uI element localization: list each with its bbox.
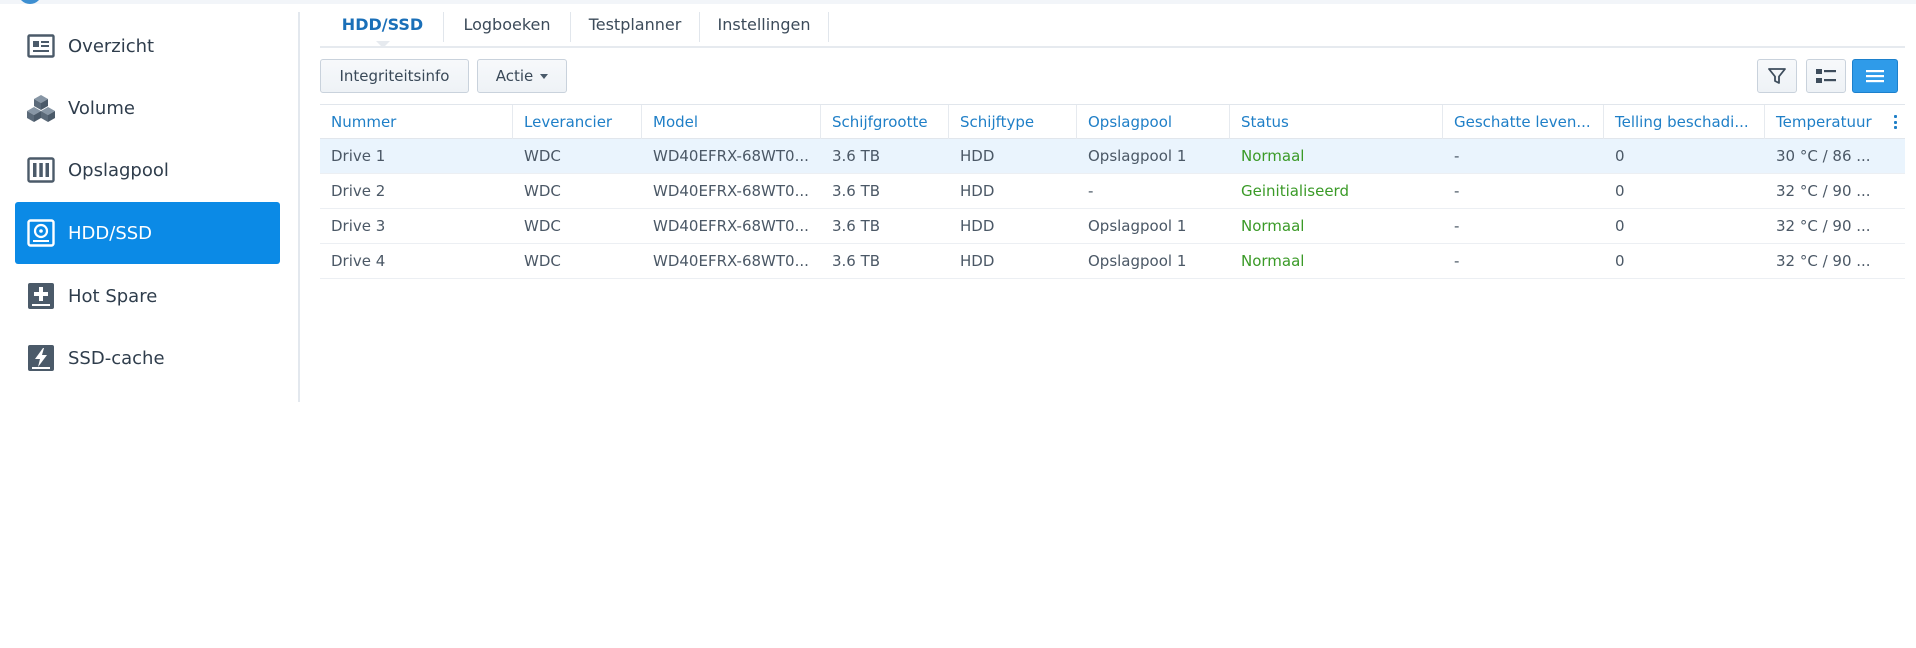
tab-divider bbox=[828, 12, 829, 42]
cell-schijftype: HDD bbox=[960, 182, 995, 200]
cell-geschatte-levensduur: - bbox=[1454, 252, 1460, 270]
cell-leverancier: WDC bbox=[524, 217, 561, 235]
column-options-icon[interactable] bbox=[1889, 113, 1901, 131]
sidebar-item-label: Overzicht bbox=[68, 35, 155, 57]
detail-list-icon bbox=[1816, 69, 1836, 83]
cell-status: Geinitialiseerd bbox=[1241, 182, 1349, 200]
cell-status: Normaal bbox=[1241, 217, 1305, 235]
cell-status: Normaal bbox=[1241, 252, 1305, 270]
cell-telling-beschadigd: 0 bbox=[1615, 182, 1625, 200]
sidebar-item-opslagpool[interactable]: Opslagpool bbox=[15, 139, 280, 201]
sidebar-item-label: HDD/SSD bbox=[68, 222, 153, 244]
tab-logboeken[interactable]: Logboeken bbox=[444, 8, 570, 48]
sidebar-item-overzicht[interactable]: Overzicht bbox=[15, 15, 280, 77]
cell-temperatuur: 32 °C / 90 ... bbox=[1776, 217, 1871, 235]
tab-testplanner[interactable]: Testplanner bbox=[571, 8, 699, 48]
sidebar-item-label: Opslagpool bbox=[68, 159, 169, 181]
ssd-cache-icon bbox=[26, 343, 56, 373]
action-dropdown-button[interactable]: Actie bbox=[477, 59, 567, 93]
cell-opslagpool: Opslagpool 1 bbox=[1088, 252, 1187, 270]
hdd-icon bbox=[26, 218, 56, 248]
sidebar: Overzicht Volume Opslagpool HDD/SSD Hot … bbox=[0, 12, 300, 402]
cell-telling-beschadigd: 0 bbox=[1615, 217, 1625, 235]
cell-temperatuur: 32 °C / 90 ... bbox=[1776, 252, 1871, 270]
cell-leverancier: WDC bbox=[524, 252, 561, 270]
cell-schijftype: HDD bbox=[960, 252, 995, 270]
drive-table: Nummer Leverancier Model Schijfgrootte S… bbox=[320, 104, 1905, 279]
integrity-info-button[interactable]: Integriteitsinfo bbox=[320, 59, 469, 93]
column-header-schijfgrootte[interactable]: Schijfgrootte bbox=[821, 105, 949, 139]
cell-geschatte-levensduur: - bbox=[1454, 147, 1460, 165]
column-header-status[interactable]: Status bbox=[1230, 105, 1443, 139]
cell-geschatte-levensduur: - bbox=[1454, 182, 1460, 200]
cell-nummer: Drive 1 bbox=[331, 147, 386, 165]
cell-opslagpool: - bbox=[1088, 182, 1094, 200]
cell-schijfgrootte: 3.6 TB bbox=[832, 217, 881, 235]
storage-pool-icon bbox=[26, 155, 56, 185]
cell-leverancier: WDC bbox=[524, 182, 561, 200]
column-header-geschatte-levensduur[interactable]: Geschatte leven... bbox=[1443, 105, 1604, 139]
cell-telling-beschadigd: 0 bbox=[1615, 252, 1625, 270]
volume-icon bbox=[26, 93, 56, 123]
table-header: Nummer Leverancier Model Schijfgrootte S… bbox=[320, 104, 1905, 139]
compact-list-view-button[interactable] bbox=[1852, 59, 1898, 93]
column-header-temperatuur[interactable]: Temperatuur bbox=[1765, 105, 1891, 139]
table-row[interactable]: Drive 4 WDC WD40EFRX-68WT0... 3.6 TB HDD… bbox=[320, 244, 1905, 279]
cell-schijftype: HDD bbox=[960, 217, 995, 235]
app-logo-fragment bbox=[18, 0, 42, 4]
filter-button[interactable] bbox=[1757, 59, 1797, 93]
cell-schijftype: HDD bbox=[960, 147, 995, 165]
cell-model: WD40EFRX-68WT0... bbox=[653, 182, 809, 200]
column-header-nummer[interactable]: Nummer bbox=[320, 105, 513, 139]
sidebar-item-volume[interactable]: Volume bbox=[15, 77, 280, 139]
integrity-info-label: Integriteitsinfo bbox=[339, 67, 450, 85]
column-header-model[interactable]: Model bbox=[642, 105, 821, 139]
sidebar-item-label: SSD-cache bbox=[68, 347, 165, 369]
compact-list-icon bbox=[1866, 70, 1884, 83]
table-row[interactable]: Drive 2 WDC WD40EFRX-68WT0... 3.6 TB HDD… bbox=[320, 174, 1905, 209]
cell-nummer: Drive 3 bbox=[331, 217, 386, 235]
caret-down-icon bbox=[540, 73, 549, 79]
cell-model: WD40EFRX-68WT0... bbox=[653, 147, 809, 165]
table-row[interactable]: Drive 3 WDC WD40EFRX-68WT0... 3.6 TB HDD… bbox=[320, 209, 1905, 244]
cell-status: Normaal bbox=[1241, 147, 1305, 165]
column-header-telling-beschadigd[interactable]: Telling beschadi... bbox=[1604, 105, 1765, 139]
column-header-opslagpool[interactable]: Opslagpool bbox=[1077, 105, 1230, 139]
table-row[interactable]: Drive 1 WDC WD40EFRX-68WT0... 3.6 TB HDD… bbox=[320, 139, 1905, 174]
tab-bar: HDD/SSD Logboeken Testplanner Instelling… bbox=[320, 8, 1905, 48]
sidebar-item-hot-spare[interactable]: Hot Spare bbox=[15, 265, 280, 327]
cell-temperatuur: 30 °C / 86 ... bbox=[1776, 147, 1871, 165]
window-top-strip bbox=[0, 0, 1916, 4]
cell-nummer: Drive 4 bbox=[331, 252, 386, 270]
sidebar-item-ssd-cache[interactable]: SSD-cache bbox=[15, 327, 280, 389]
tab-instellingen[interactable]: Instellingen bbox=[700, 8, 828, 48]
cell-opslagpool: Opslagpool 1 bbox=[1088, 147, 1187, 165]
sidebar-item-hdd-ssd[interactable]: HDD/SSD bbox=[15, 202, 280, 264]
hot-spare-icon bbox=[26, 281, 56, 311]
overview-icon bbox=[26, 31, 56, 61]
cell-model: WD40EFRX-68WT0... bbox=[653, 217, 809, 235]
action-label: Actie bbox=[495, 67, 534, 85]
cell-geschatte-levensduur: - bbox=[1454, 217, 1460, 235]
cell-schijfgrootte: 3.6 TB bbox=[832, 147, 881, 165]
sidebar-item-label: Hot Spare bbox=[68, 285, 158, 307]
cell-telling-beschadigd: 0 bbox=[1615, 147, 1625, 165]
column-header-leverancier[interactable]: Leverancier bbox=[513, 105, 642, 139]
column-header-schijftype[interactable]: Schijftype bbox=[949, 105, 1077, 139]
cell-nummer: Drive 2 bbox=[331, 182, 386, 200]
filter-icon bbox=[1768, 68, 1786, 84]
cell-temperatuur: 32 °C / 90 ... bbox=[1776, 182, 1871, 200]
detail-list-view-button[interactable] bbox=[1806, 59, 1846, 93]
cell-model: WD40EFRX-68WT0... bbox=[653, 252, 809, 270]
cell-schijfgrootte: 3.6 TB bbox=[832, 182, 881, 200]
cell-opslagpool: Opslagpool 1 bbox=[1088, 217, 1187, 235]
cell-leverancier: WDC bbox=[524, 147, 561, 165]
active-tab-indicator bbox=[376, 41, 390, 48]
cell-schijfgrootte: 3.6 TB bbox=[832, 252, 881, 270]
sidebar-item-label: Volume bbox=[68, 97, 135, 119]
